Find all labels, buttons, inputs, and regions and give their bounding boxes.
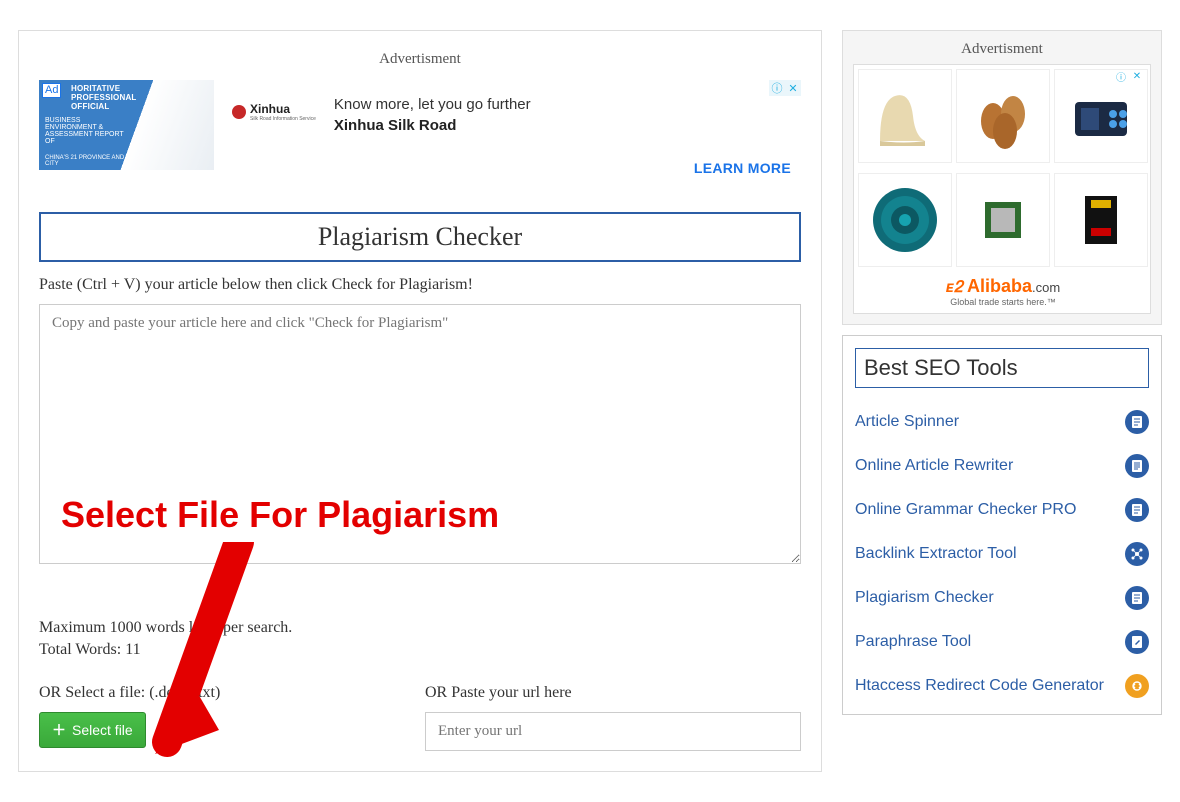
adchoices-icon[interactable]: ⓘ bbox=[769, 80, 785, 96]
ad-copy: Know more, let you go further Xinhua Sil… bbox=[334, 96, 531, 134]
adchoices-icon[interactable]: ⓘ bbox=[1114, 69, 1128, 83]
tool-link[interactable]: Paraphrase Tool bbox=[855, 632, 1125, 652]
product-thumb[interactable] bbox=[858, 69, 952, 163]
tool-link[interactable]: Backlink Extractor Tool bbox=[855, 544, 1125, 564]
product-thumb[interactable] bbox=[956, 69, 1050, 163]
url-input[interactable] bbox=[425, 712, 801, 751]
seo-tools-box: Best SEO Tools Article Spinner Online Art… bbox=[842, 335, 1162, 715]
article-textarea[interactable] bbox=[39, 304, 801, 564]
product-thumb[interactable] bbox=[1054, 173, 1148, 267]
main-panel: Advertisment Ad HORITATIVE PROFESSIONAL … bbox=[18, 30, 822, 772]
tool-link[interactable]: Plagiarism Checker bbox=[855, 588, 1125, 608]
alibaba-logo: ᴇᒿ Alibaba.com Global trade starts here.… bbox=[854, 272, 1152, 313]
word-count-value: 11 bbox=[125, 641, 140, 658]
ad-brand: Xinhua Silk Road Information Service bbox=[232, 102, 316, 122]
ad-banner[interactable]: Ad HORITATIVE PROFESSIONAL OFFICIAL BUSI… bbox=[39, 80, 801, 176]
url-input-label: OR Paste your url here bbox=[425, 684, 801, 702]
tool-link[interactable]: Online Grammar Checker PRO bbox=[855, 500, 1125, 520]
ad-label: Advertisment bbox=[39, 51, 801, 68]
page-icon bbox=[1125, 498, 1149, 522]
ad-cta[interactable]: LEARN MORE bbox=[694, 160, 791, 176]
tool-row: Online Article Rewriter bbox=[855, 444, 1149, 488]
select-file-button[interactable]: ＋ Select file bbox=[39, 712, 146, 748]
ad-close-icon[interactable]: ✕ bbox=[1130, 69, 1144, 83]
ad-thumbnail: Ad HORITATIVE PROFESSIONAL OFFICIAL BUSI… bbox=[39, 80, 214, 170]
pencil-icon bbox=[1125, 630, 1149, 654]
tool-row: Paraphrase Tool bbox=[855, 620, 1149, 664]
file-select-label: OR Select a file: (.docx/.txt) bbox=[39, 684, 415, 702]
sidebar: Advertisment ⓘ ✕ ᴇᒿ Ali bbox=[842, 30, 1162, 772]
word-limit-text: Maximum 1000 words limit per search. bbox=[39, 617, 801, 639]
page-icon bbox=[1125, 586, 1149, 610]
sidebar-ad-box: Advertisment ⓘ ✕ ᴇᒿ Ali bbox=[842, 30, 1162, 325]
tools-heading: Best SEO Tools bbox=[855, 348, 1149, 388]
ad-thumb-text: HORITATIVE PROFESSIONAL OFFICIAL BUSINES… bbox=[45, 84, 127, 167]
tool-row: Online Grammar Checker PRO bbox=[855, 488, 1149, 532]
product-thumb[interactable] bbox=[956, 173, 1050, 267]
plus-icon: ＋ bbox=[52, 720, 66, 740]
product-thumb[interactable] bbox=[858, 173, 952, 267]
xinhua-logo-icon bbox=[232, 105, 246, 119]
word-count-line: Total Words: 11 bbox=[39, 639, 801, 661]
tool-row: Article Spinner bbox=[855, 400, 1149, 444]
tool-row: Backlink Extractor Tool bbox=[855, 532, 1149, 576]
tool-row: Htaccess Redirect Code Generator bbox=[855, 664, 1149, 708]
instruction-text: Paste (Ctrl + V) your article below then… bbox=[39, 276, 801, 294]
net-icon bbox=[1125, 542, 1149, 566]
ad-info-icons: ⓘ ✕ bbox=[769, 80, 801, 96]
ad-close-icon[interactable]: ✕ bbox=[785, 80, 801, 96]
page-icon bbox=[1125, 410, 1149, 434]
doc-icon bbox=[1125, 454, 1149, 478]
sidebar-ad[interactable]: ⓘ ✕ ᴇᒿ Alibaba.com Global trade starts bbox=[853, 64, 1151, 314]
page-title: Plagiarism Checker bbox=[39, 212, 801, 262]
tool-link[interactable]: Online Article Rewriter bbox=[855, 456, 1125, 476]
tool-link[interactable]: Article Spinner bbox=[855, 412, 1125, 432]
redir-icon bbox=[1125, 674, 1149, 698]
tool-link[interactable]: Htaccess Redirect Code Generator bbox=[855, 676, 1125, 696]
sidebar-ad-label: Advertisment bbox=[853, 41, 1151, 58]
limits-block: Maximum 1000 words limit per search. Tot… bbox=[39, 617, 801, 662]
tool-row: Plagiarism Checker bbox=[855, 576, 1149, 620]
product-thumb[interactable] bbox=[1054, 69, 1148, 163]
